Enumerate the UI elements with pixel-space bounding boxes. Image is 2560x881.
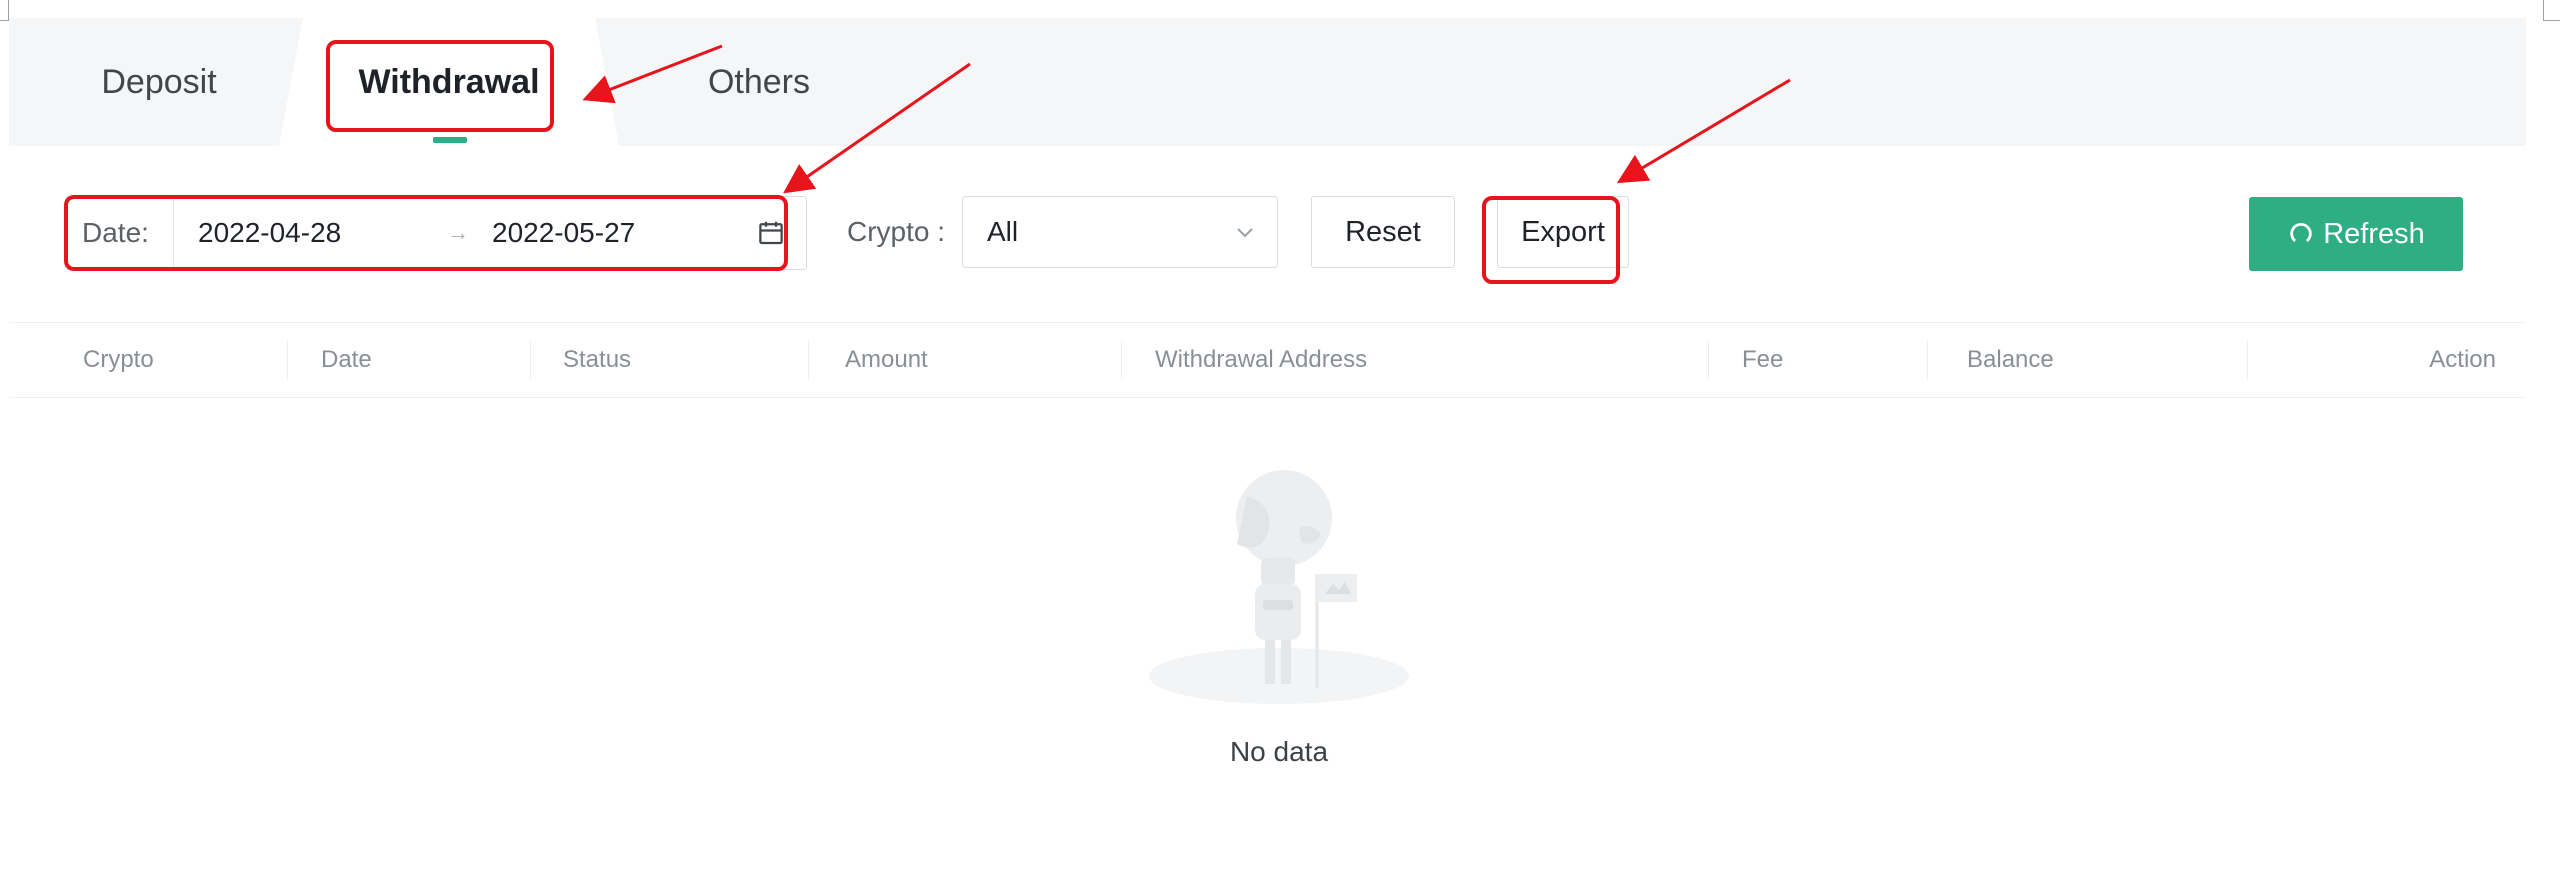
column-header-fee: Fee [1742,346,1784,373]
column-header-date: Date [321,346,372,373]
column-header-crypto: Crypto [83,346,154,373]
reset-button[interactable]: Reset [1311,196,1455,268]
column-divider [2247,341,2248,379]
calendar-icon[interactable] [756,218,786,248]
corner-mark [0,0,9,21]
export-button[interactable]: Export [1497,196,1629,268]
column-header-status: Status [563,346,632,373]
column-header-withdrawal-address: Withdrawal Address [1155,346,1368,373]
column-header-amount: Amount [845,346,928,373]
empty-illustration [1149,470,1409,704]
date-end-input[interactable]: 2022-05-27 [480,217,750,249]
date-label-colon: : [141,217,149,248]
chevron-down-icon [1233,220,1257,244]
crypto-label: Crypto : [847,196,945,268]
date-label: Date: [66,197,174,269]
column-divider [1927,341,1928,379]
filter-toolbar: Date: 2022-04-28 → 2022-05-27 Crypto : A… [9,146,2526,316]
tab-content: Date: 2022-04-28 → 2022-05-27 Crypto : A… [9,146,2526,861]
table-header: Crypto Date Status Amount Withdrawal Add… [9,322,2526,398]
column-divider [808,341,809,379]
history-panel: Deposit Withdrawal Others Date: 2022-04-… [9,18,2526,861]
empty-state-text: No data [1229,736,1329,767]
crypto-label-text: Crypto [847,216,930,247]
empty-state: No data [1059,466,1499,826]
active-tab-indicator [433,137,467,143]
refresh-button-label: Refresh [2323,217,2425,250]
date-label-text: Date [82,217,142,248]
column-divider [287,341,288,379]
column-divider [1708,341,1709,379]
column-header-balance: Balance [1967,346,2054,373]
corner-mark [2543,0,2560,21]
column-header-action: Action [2429,346,2496,373]
tab-bar: Deposit Withdrawal Others [9,18,2526,146]
tab-deposit[interactable]: Deposit [9,18,309,146]
crypto-select-value: All [987,216,1019,247]
date-range-picker[interactable]: Date: 2022-04-28 → 2022-05-27 [65,196,807,270]
date-start-input[interactable]: 2022-04-28 [174,217,436,249]
crypto-label-colon: : [929,216,946,247]
tab-withdrawal[interactable]: Withdrawal [309,18,589,146]
refresh-icon [2287,220,2315,248]
tab-others[interactable]: Others [629,18,889,146]
column-divider [1121,341,1122,379]
refresh-button[interactable]: Refresh [2249,197,2463,271]
column-divider [530,341,531,379]
crypto-select[interactable]: All [962,196,1278,268]
date-range-arrow: → [447,220,469,245]
